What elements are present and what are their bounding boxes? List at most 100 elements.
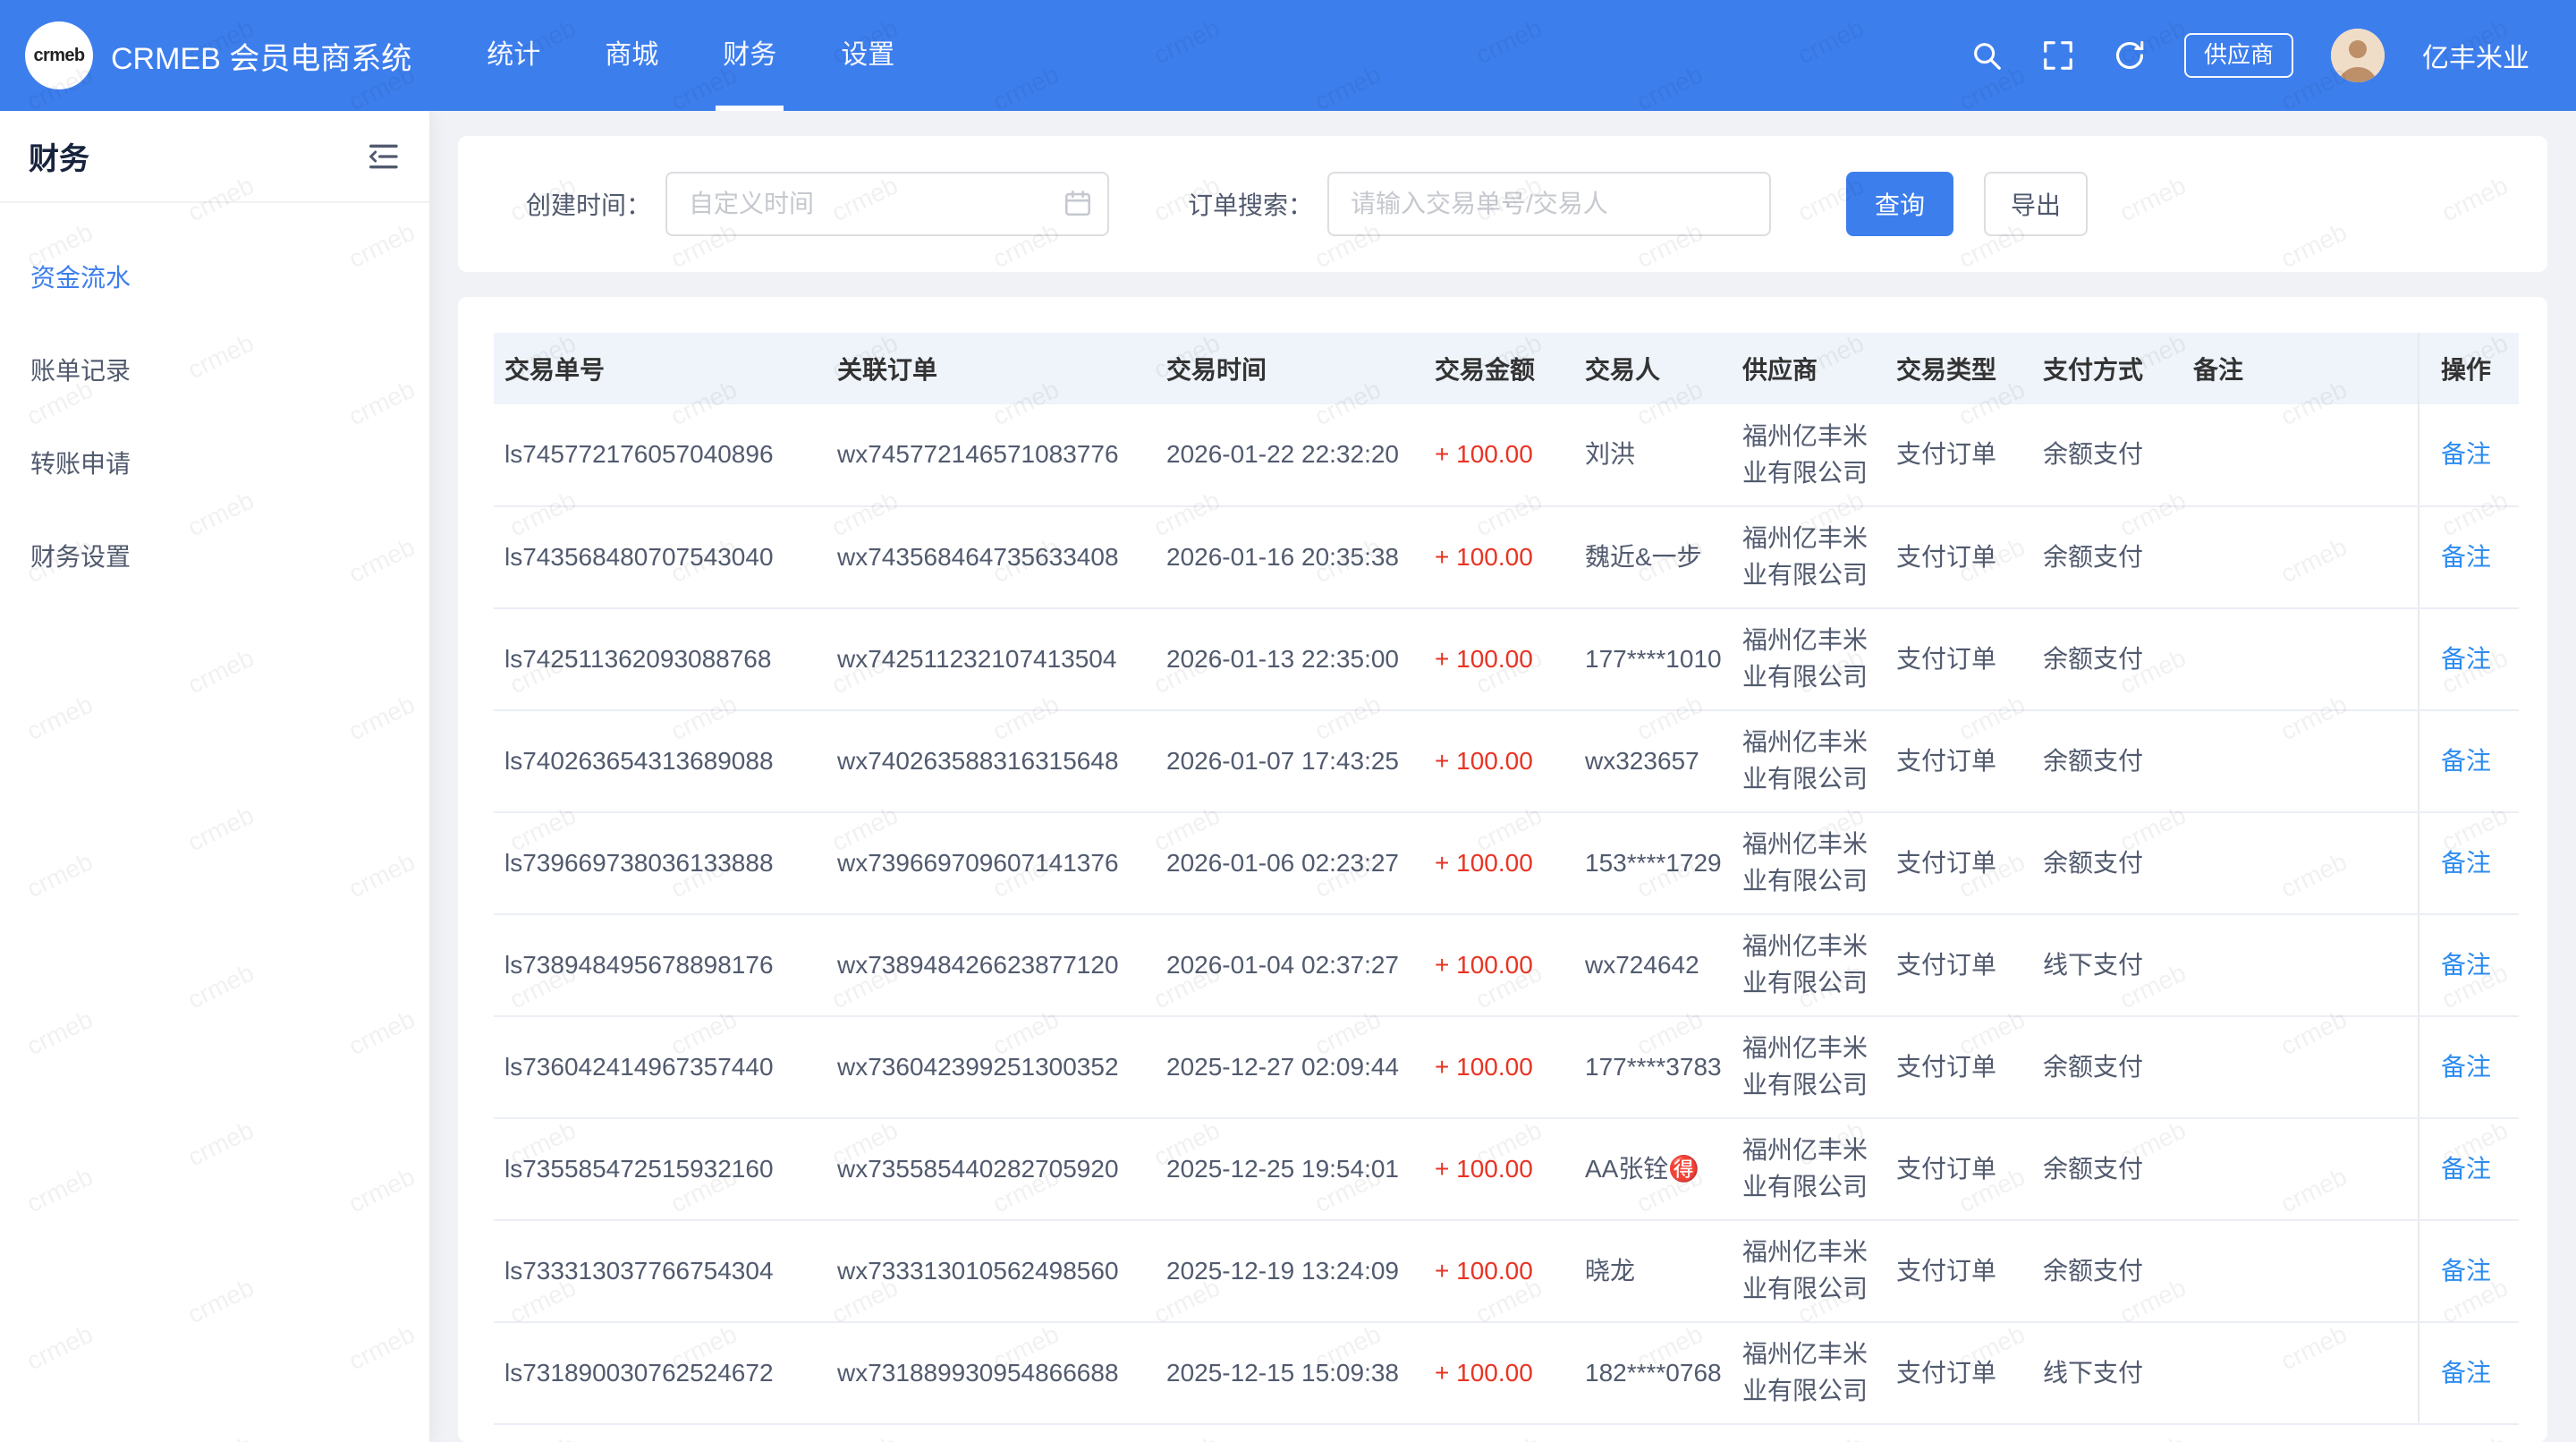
nav-menu: 统计商城财务设置 bbox=[454, 0, 927, 111]
cell-order-no: ls740263654313689088 bbox=[494, 710, 826, 812]
cell-related-order: wx735585440282705920 bbox=[826, 1118, 1156, 1220]
cell-trader: wx724642 bbox=[1574, 914, 1732, 1016]
cell-pay-method: 线下支付 bbox=[2032, 914, 2182, 1016]
avatar-image bbox=[2331, 29, 2385, 82]
cell-type: 支付订单 bbox=[1885, 710, 2032, 812]
column-header-amount: 交易金额 bbox=[1424, 333, 1574, 404]
remark-link[interactable]: 备注 bbox=[2441, 1155, 2491, 1183]
table-row: ls736042414967357440wx736042399251300352… bbox=[494, 1016, 2519, 1118]
column-header-order-no: 交易单号 bbox=[494, 333, 826, 404]
remark-link[interactable]: 备注 bbox=[2441, 849, 2491, 877]
cell-supplier: 福州亿丰米业有限公司 bbox=[1732, 608, 1885, 710]
cell-time: 2026-01-06 02:23:27 bbox=[1156, 812, 1424, 914]
cell-trader: 153****1729 bbox=[1574, 812, 1732, 914]
cell-pay-method: 余额支付 bbox=[2032, 812, 2182, 914]
remark-link[interactable]: 备注 bbox=[2441, 645, 2491, 673]
cell-remark bbox=[2182, 1016, 2419, 1118]
cell-type: 支付订单 bbox=[1885, 608, 2032, 710]
sidebar-item-bill-records[interactable]: 账单记录 bbox=[0, 325, 429, 418]
cell-action: 备注 bbox=[2419, 1322, 2519, 1424]
cell-trader: 魏近&一步 bbox=[1574, 506, 1732, 608]
cell-amount: + 100.00 bbox=[1424, 1322, 1574, 1424]
app-title: CRMEB 会员电商系统 bbox=[111, 34, 411, 78]
merchant-name[interactable]: 亿丰米业 bbox=[2422, 36, 2529, 75]
cell-related-order: wx739669709607141376 bbox=[826, 812, 1156, 914]
cell-type: 支付订单 bbox=[1885, 404, 2032, 506]
cell-action: 备注 bbox=[2419, 506, 2519, 608]
remark-link[interactable]: 备注 bbox=[2441, 747, 2491, 775]
refresh-icon[interactable] bbox=[2113, 38, 2147, 72]
cell-action: 备注 bbox=[2419, 404, 2519, 506]
remark-link[interactable]: 备注 bbox=[2441, 1053, 2491, 1081]
nav-item-settings[interactable]: 设置 bbox=[809, 0, 927, 111]
cell-amount: + 100.00 bbox=[1424, 710, 1574, 812]
cell-amount: + 100.00 bbox=[1424, 914, 1574, 1016]
cell-amount: + 100.00 bbox=[1424, 1220, 1574, 1322]
fullscreen-icon[interactable] bbox=[2041, 38, 2075, 72]
cell-amount: + 100.00 bbox=[1424, 608, 1574, 710]
cell-pay-method: 余额支付 bbox=[2032, 404, 2182, 506]
cell-action: 备注 bbox=[2419, 1220, 2519, 1322]
cell-trader: AA张铨🉐 bbox=[1574, 1118, 1732, 1220]
remark-link[interactable]: 备注 bbox=[2441, 543, 2491, 571]
cell-type: 支付订单 bbox=[1885, 1118, 2032, 1220]
nav-item-stats[interactable]: 统计 bbox=[454, 0, 572, 111]
cell-supplier: 福州亿丰米业有限公司 bbox=[1732, 710, 1885, 812]
cell-type: 支付订单 bbox=[1885, 1016, 2032, 1118]
cell-remark bbox=[2182, 914, 2419, 1016]
sidebar-item-finance-settings[interactable]: 财务设置 bbox=[0, 511, 429, 604]
cell-remark bbox=[2182, 812, 2419, 914]
remark-link[interactable]: 备注 bbox=[2441, 951, 2491, 979]
table-row: ls731890030762524672wx731889930954866688… bbox=[494, 1322, 2519, 1424]
table-row: ls735585472515932160wx735585440282705920… bbox=[494, 1118, 2519, 1220]
cell-related-order: wx745772146571083776 bbox=[826, 404, 1156, 506]
column-header-action: 操作 bbox=[2419, 333, 2519, 404]
query-button[interactable]: 查询 bbox=[1846, 172, 1953, 236]
export-button[interactable]: 导出 bbox=[1984, 172, 2088, 236]
nav-item-mall[interactable]: 商城 bbox=[572, 0, 691, 111]
cell-type: 支付订单 bbox=[1885, 812, 2032, 914]
cell-trader: wx323657 bbox=[1574, 710, 1732, 812]
cell-trader: 177****1010 bbox=[1574, 608, 1732, 710]
column-header-time: 交易时间 bbox=[1156, 333, 1424, 404]
cell-pay-method: 余额支付 bbox=[2032, 710, 2182, 812]
table-body: ls745772176057040896wx745772146571083776… bbox=[494, 404, 2519, 1424]
cell-remark bbox=[2182, 1322, 2419, 1424]
avatar[interactable] bbox=[2331, 29, 2385, 82]
cell-time: 2026-01-07 17:43:25 bbox=[1156, 710, 1424, 812]
cell-amount: + 100.00 bbox=[1424, 1118, 1574, 1220]
cell-trader: 刘洪 bbox=[1574, 404, 1732, 506]
remark-link[interactable]: 备注 bbox=[2441, 1359, 2491, 1387]
date-range-input[interactable] bbox=[665, 172, 1109, 236]
search-icon[interactable] bbox=[1970, 38, 2004, 72]
cell-related-order: wx738948426623877120 bbox=[826, 914, 1156, 1016]
cell-order-no: ls731890030762524672 bbox=[494, 1322, 826, 1424]
role-badge: 供应商 bbox=[2184, 33, 2293, 78]
cell-type: 支付订单 bbox=[1885, 1220, 2032, 1322]
table-row: ls740263654313689088wx740263588316315648… bbox=[494, 710, 2519, 812]
cell-order-no: ls739669738036133888 bbox=[494, 812, 826, 914]
cell-pay-method: 余额支付 bbox=[2032, 608, 2182, 710]
cell-related-order: wx743568464735633408 bbox=[826, 506, 1156, 608]
cell-pay-method: 线下支付 bbox=[2032, 1322, 2182, 1424]
cell-supplier: 福州亿丰米业有限公司 bbox=[1732, 404, 1885, 506]
cell-supplier: 福州亿丰米业有限公司 bbox=[1732, 812, 1885, 914]
cell-trader: 182****0768 bbox=[1574, 1322, 1732, 1424]
cell-supplier: 福州亿丰米业有限公司 bbox=[1732, 914, 1885, 1016]
cell-supplier: 福州亿丰米业有限公司 bbox=[1732, 1220, 1885, 1322]
table-row: ls745772176057040896wx745772146571083776… bbox=[494, 404, 2519, 506]
cell-amount: + 100.00 bbox=[1424, 404, 1574, 506]
remark-link[interactable]: 备注 bbox=[2441, 1257, 2491, 1285]
sidebar: 财务 资金流水账单记录转账申请财务设置 bbox=[0, 111, 429, 1442]
cell-trader: 晓龙 bbox=[1574, 1220, 1732, 1322]
cell-related-order: wx736042399251300352 bbox=[826, 1016, 1156, 1118]
collapse-sidebar-icon[interactable] bbox=[365, 139, 401, 174]
table-header-row: 交易单号关联订单交易时间交易金额交易人供应商交易类型支付方式备注操作 bbox=[494, 333, 2519, 404]
cell-order-no: ls742511362093088768 bbox=[494, 608, 826, 710]
remark-link[interactable]: 备注 bbox=[2441, 440, 2491, 468]
sidebar-item-capital-flow[interactable]: 资金流水 bbox=[0, 232, 429, 325]
nav-item-finance[interactable]: 财务 bbox=[691, 0, 809, 111]
order-search-input[interactable] bbox=[1327, 172, 1771, 236]
sidebar-item-transfer-request[interactable]: 转账申请 bbox=[0, 418, 429, 511]
cell-action: 备注 bbox=[2419, 608, 2519, 710]
